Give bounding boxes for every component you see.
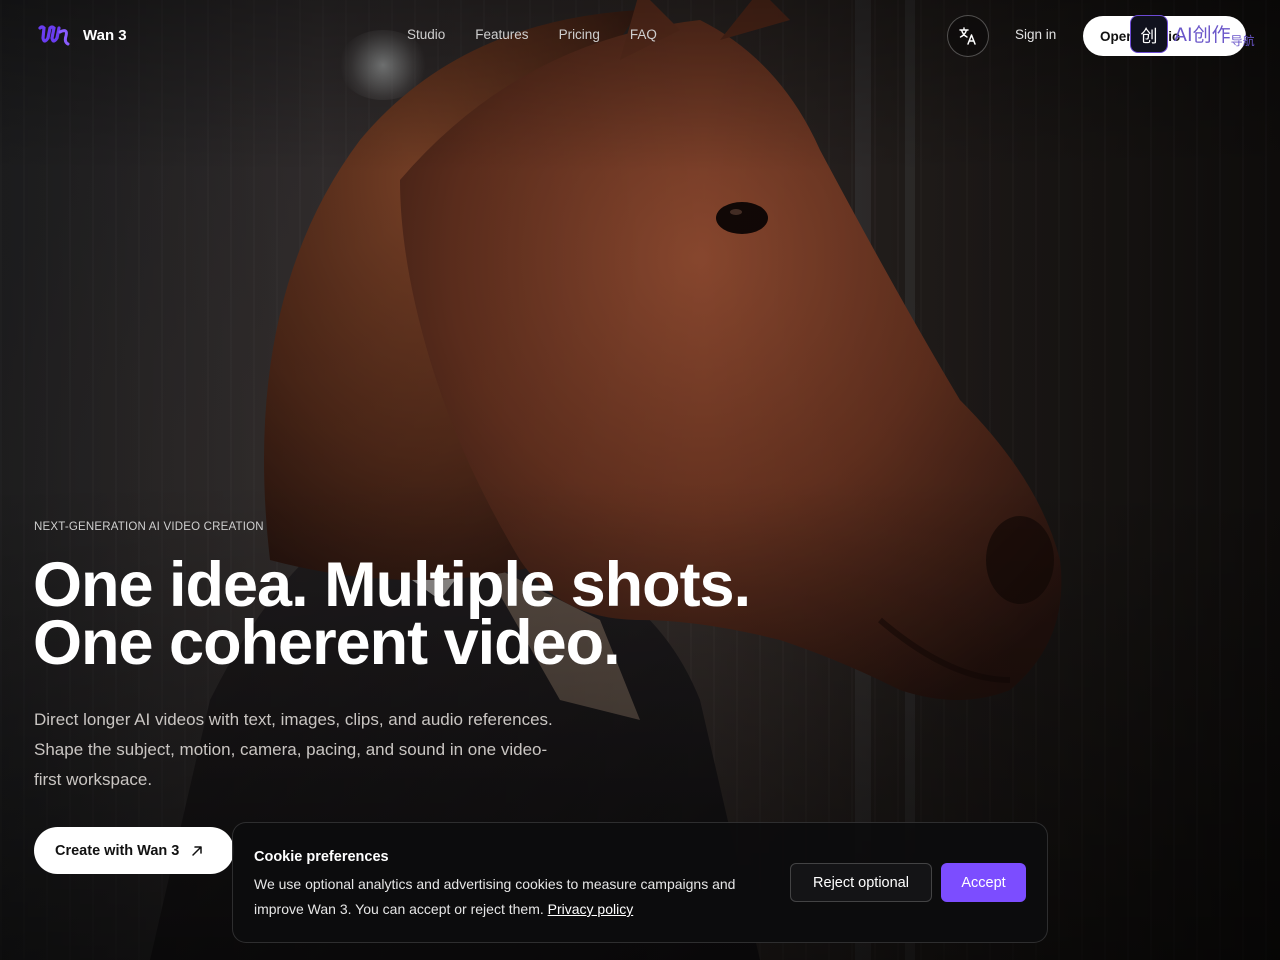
main-nav: Studio Features Pricing FAQ (407, 27, 657, 42)
hero-vignette (0, 0, 1280, 960)
nav-item-pricing[interactable]: Pricing (559, 27, 600, 42)
hero-headline-line-2: One coherent video. (33, 608, 621, 678)
create-with-wan-button[interactable]: Create with Wan 3 (34, 827, 234, 874)
brand-name[interactable]: Wan 3 (83, 27, 127, 44)
translate-icon (959, 27, 976, 45)
overlay-badge-text: AI创作导航 (1174, 20, 1255, 49)
nav-item-features[interactable]: Features (475, 27, 528, 42)
sign-in-link[interactable]: Sign in (1015, 27, 1056, 42)
cta-label: Create with Wan 3 (55, 842, 180, 859)
ai-nav-overlay-badge[interactable]: 创 AI创作导航 (1130, 14, 1255, 54)
hero-headline: One idea. Multiple shots. One coherent v… (33, 550, 751, 678)
hero-background-image (0, 0, 1280, 960)
wan-logo-icon[interactable] (38, 24, 70, 48)
cookie-title: Cookie preferences (254, 849, 389, 865)
overlay-badge-title: AI创作 (1174, 23, 1231, 46)
overlay-badge-sub: 导航 (1230, 33, 1255, 48)
site-header: Wan 3 Studio Features Pricing FAQ Sign i… (0, 0, 1280, 72)
hero-headline-line-1: One idea. Multiple shots. (33, 550, 751, 620)
privacy-policy-link[interactable]: Privacy policy (548, 901, 634, 917)
language-button[interactable] (947, 15, 989, 57)
cookie-body-text: We use optional analytics and advertisin… (254, 876, 736, 917)
cookie-banner: Cookie preferences We use optional analy… (232, 822, 1048, 943)
hero-description: Direct longer AI videos with text, image… (34, 710, 553, 789)
overlay-badge-icon: 创 (1130, 15, 1168, 53)
cookie-description: We use optional analytics and advertisin… (254, 872, 784, 922)
accept-cookies-button[interactable]: Accept (941, 863, 1026, 902)
nav-item-faq[interactable]: FAQ (630, 27, 657, 42)
arrow-up-right-icon (192, 845, 203, 856)
reject-optional-button[interactable]: Reject optional (790, 863, 932, 902)
nav-item-studio[interactable]: Studio (407, 27, 445, 42)
hero-eyebrow: NEXT-GENERATION AI VIDEO CREATION (34, 521, 264, 533)
